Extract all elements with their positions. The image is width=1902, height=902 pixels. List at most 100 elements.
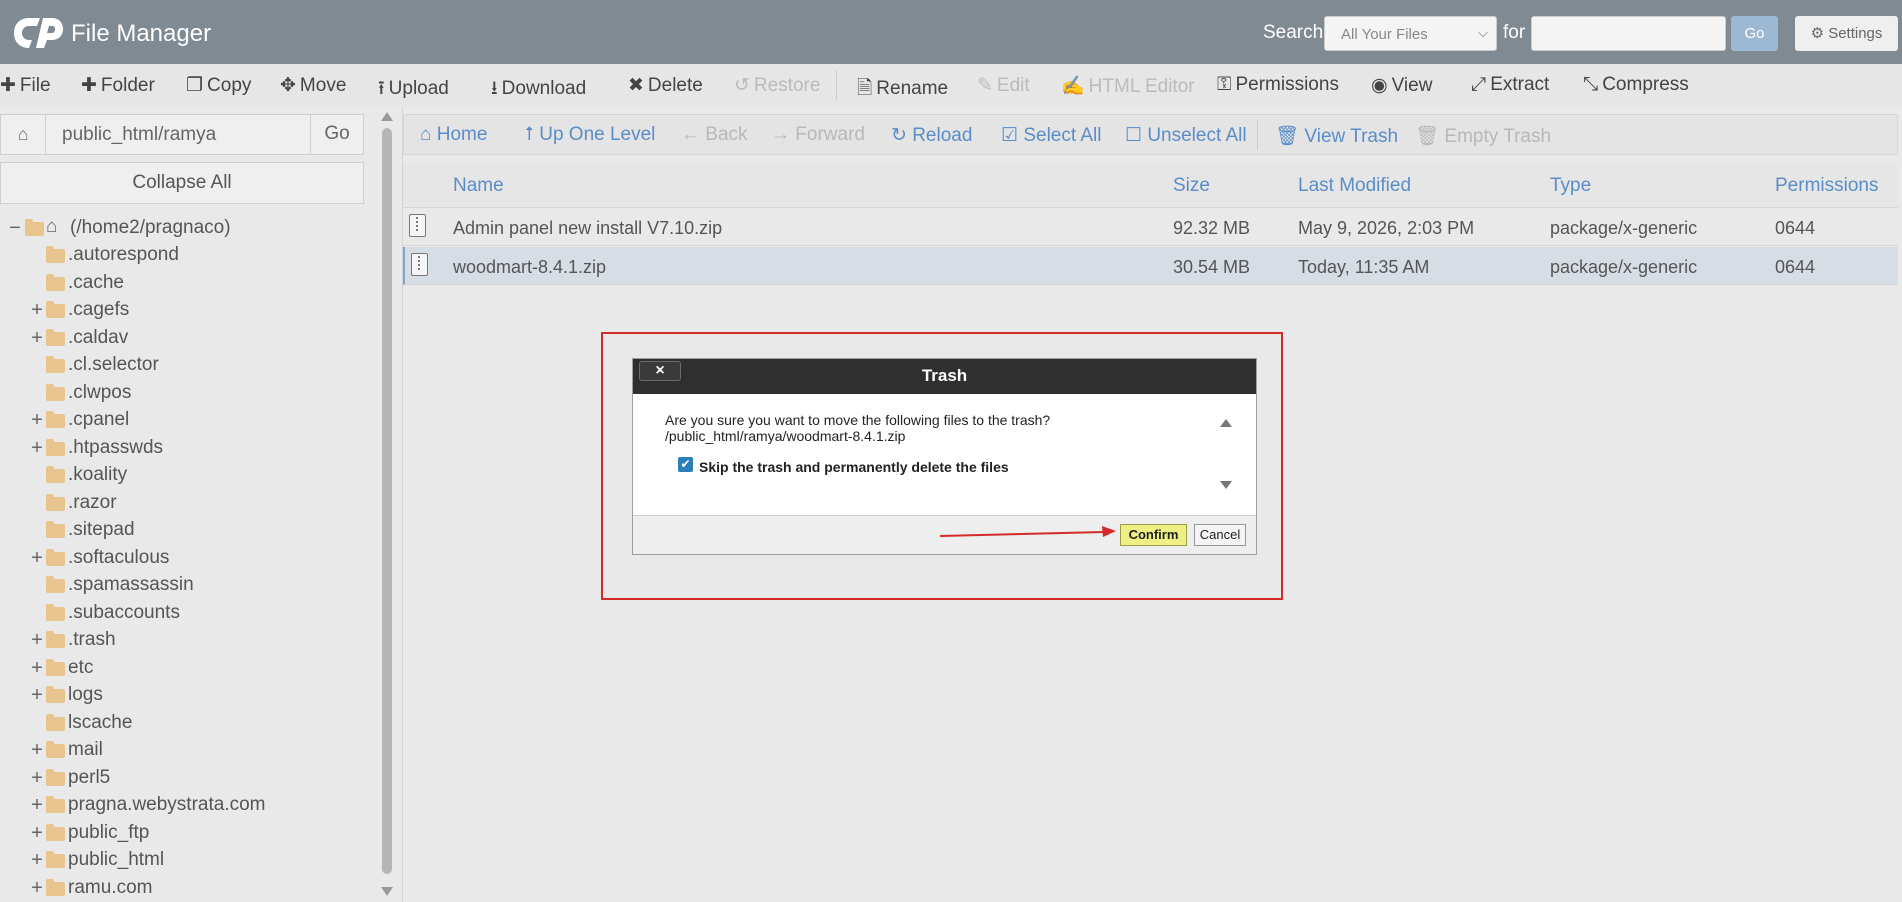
rename-button[interactable]: 🗎 Rename bbox=[857, 74, 948, 106]
settings-button[interactable]: ⚙ Settings bbox=[1795, 16, 1898, 51]
cancel-button[interactable]: Cancel bbox=[1194, 524, 1246, 546]
skip-trash-label[interactable]: Skip the trash and permanently delete th… bbox=[699, 459, 1009, 475]
path-go-button[interactable]: Go bbox=[311, 114, 364, 155]
expand-icon[interactable]: + bbox=[30, 437, 44, 460]
expand-icon[interactable]: + bbox=[30, 629, 44, 652]
delete-button[interactable]: ✖ Delete bbox=[628, 74, 703, 97]
view-trash-button[interactable]: 🗑 View Trash bbox=[1275, 124, 1398, 148]
unselect-all-button[interactable]: ☐ Unselect All bbox=[1125, 124, 1247, 147]
view-button[interactable]: ◉ View bbox=[1371, 74, 1432, 97]
tree-item-label: .cl.selector bbox=[68, 354, 159, 375]
pencil-icon: ✎ bbox=[977, 75, 993, 96]
column-header-type[interactable]: Type bbox=[1550, 175, 1591, 197]
scroll-down-icon[interactable] bbox=[1220, 481, 1232, 489]
select-all-button[interactable]: ☑ Select All bbox=[1001, 124, 1101, 147]
arrow-right-icon: → bbox=[771, 124, 790, 145]
tree-item-label: .softaculous bbox=[68, 546, 170, 568]
search-scope-select[interactable]: All Your Files ⌵ bbox=[1324, 16, 1497, 51]
folder-icon bbox=[46, 411, 65, 428]
home-icon: ⌂ bbox=[17, 124, 29, 144]
annotation-arrow-icon bbox=[940, 526, 1116, 537]
upload-button[interactable]: ⭱ Upload bbox=[378, 74, 449, 106]
column-header-name[interactable]: Name bbox=[453, 175, 504, 197]
edit-icon: ✍ bbox=[1061, 76, 1085, 97]
collapse-icon[interactable]: − bbox=[8, 217, 22, 240]
copy-button[interactable]: ❐ Copy bbox=[186, 74, 251, 97]
folder-icon bbox=[46, 796, 65, 813]
empty-trash-button[interactable]: 🗑 Empty Trash bbox=[1415, 124, 1551, 148]
scroll-down-icon[interactable] bbox=[381, 887, 393, 896]
tree-item-label: .sitepad bbox=[68, 519, 135, 540]
folder-icon bbox=[46, 438, 65, 456]
extract-button[interactable]: ⤢ Extract bbox=[1471, 74, 1549, 96]
folder-icon bbox=[46, 741, 65, 758]
permissions-button[interactable]: ⚿ Permissions bbox=[1217, 74, 1339, 96]
expand-icon[interactable]: + bbox=[30, 547, 44, 570]
expand-icon[interactable]: + bbox=[30, 409, 44, 432]
file-type: package/x-generic bbox=[1550, 218, 1698, 238]
table-header: Name Size Last Modified Type Permissions bbox=[403, 163, 1898, 208]
copy-icon: ❐ bbox=[186, 75, 204, 96]
scroll-up-icon[interactable] bbox=[381, 112, 393, 121]
path-input[interactable]: public_html/ramya bbox=[46, 114, 311, 155]
scrollbar-thumb[interactable] bbox=[382, 128, 392, 874]
table-row-selected[interactable]: woodmart-8.4.1.zip 30.54 MB Today, 11:35… bbox=[403, 247, 1898, 285]
close-icon: ✖ bbox=[628, 75, 644, 96]
tree-item-label: .koality bbox=[68, 464, 128, 485]
search-label: Search bbox=[1263, 22, 1324, 43]
folder-icon bbox=[46, 631, 65, 648]
expand-icon[interactable]: + bbox=[30, 739, 44, 762]
compress-button[interactable]: ⤡ Compress bbox=[1583, 74, 1689, 96]
tree-item-label: .autorespond bbox=[68, 244, 179, 265]
home-button[interactable]: ⌂ Home bbox=[420, 124, 487, 146]
table-row[interactable]: Admin panel new install V7.10.zip 92.32 … bbox=[403, 208, 1898, 246]
refresh-icon: ↻ bbox=[891, 125, 907, 146]
new-folder-button[interactable]: ✚ Folder bbox=[81, 74, 155, 97]
scroll-up-icon[interactable] bbox=[1220, 419, 1232, 427]
tree-item-label: .htpasswds bbox=[68, 436, 164, 458]
collapse-all-button[interactable]: Collapse All bbox=[0, 162, 364, 204]
search-input[interactable] bbox=[1531, 16, 1726, 51]
tree-item-label: perl5 bbox=[68, 766, 111, 788]
column-header-size[interactable]: Size bbox=[1173, 175, 1210, 197]
tree-item-label: .cpanel bbox=[68, 409, 130, 430]
plus-icon: ✚ bbox=[81, 75, 97, 96]
nav-divider bbox=[1257, 120, 1258, 150]
tree-item-label: .cache bbox=[68, 271, 124, 293]
expand-icon[interactable]: + bbox=[30, 794, 44, 817]
expand-icon[interactable]: + bbox=[30, 684, 44, 707]
edit-button[interactable]: ✎ Edit bbox=[977, 74, 1030, 97]
column-header-last-modified[interactable]: Last Modified bbox=[1298, 175, 1411, 197]
restore-button[interactable]: ↺ Restore bbox=[734, 74, 820, 97]
forward-button[interactable]: → Forward bbox=[771, 124, 865, 146]
search-go-button[interactable]: Go bbox=[1731, 16, 1778, 51]
download-button[interactable]: ⭳ Download bbox=[491, 74, 586, 106]
expand-icon[interactable]: + bbox=[30, 657, 44, 680]
html-editor-button[interactable]: ✍ HTML Editor bbox=[1061, 74, 1195, 98]
trash-icon: 🗑 bbox=[1415, 126, 1440, 147]
dialog-message: Are you sure you want to move the follow… bbox=[665, 412, 1050, 444]
column-header-permissions[interactable]: Permissions bbox=[1775, 175, 1878, 197]
expand-icon[interactable]: + bbox=[30, 299, 44, 322]
file-modified: Today, 11:35 AM bbox=[1298, 257, 1430, 277]
expand-icon[interactable]: + bbox=[30, 327, 44, 350]
move-button[interactable]: ✥ Move bbox=[280, 74, 346, 97]
reload-button[interactable]: ↻ Reload bbox=[891, 124, 972, 147]
expand-icon[interactable]: + bbox=[30, 822, 44, 845]
gear-icon: ⚙ bbox=[1810, 25, 1825, 42]
expand-icon[interactable]: + bbox=[30, 849, 44, 872]
expand-icon[interactable]: + bbox=[30, 767, 44, 790]
sidebar-scrollbar[interactable] bbox=[381, 108, 393, 902]
back-button[interactable]: ← Back bbox=[681, 124, 748, 146]
home-path-button[interactable]: ⌂ bbox=[0, 114, 46, 155]
expand-icon[interactable]: + bbox=[30, 877, 44, 900]
folder-icon bbox=[46, 576, 65, 593]
file-name: Admin panel new install V7.10.zip bbox=[453, 218, 723, 238]
top-header: File Manager Search All Your Files ⌵ for… bbox=[0, 0, 1902, 64]
folder-icon bbox=[46, 273, 65, 291]
up-one-level-button[interactable]: ⭡ Up One Level bbox=[525, 124, 655, 146]
new-file-button[interactable]: ✚ File bbox=[0, 74, 51, 97]
confirm-button[interactable]: Confirm bbox=[1120, 524, 1187, 546]
plus-icon: ✚ bbox=[0, 75, 16, 96]
skip-trash-checkbox[interactable]: ✔ bbox=[678, 457, 693, 472]
